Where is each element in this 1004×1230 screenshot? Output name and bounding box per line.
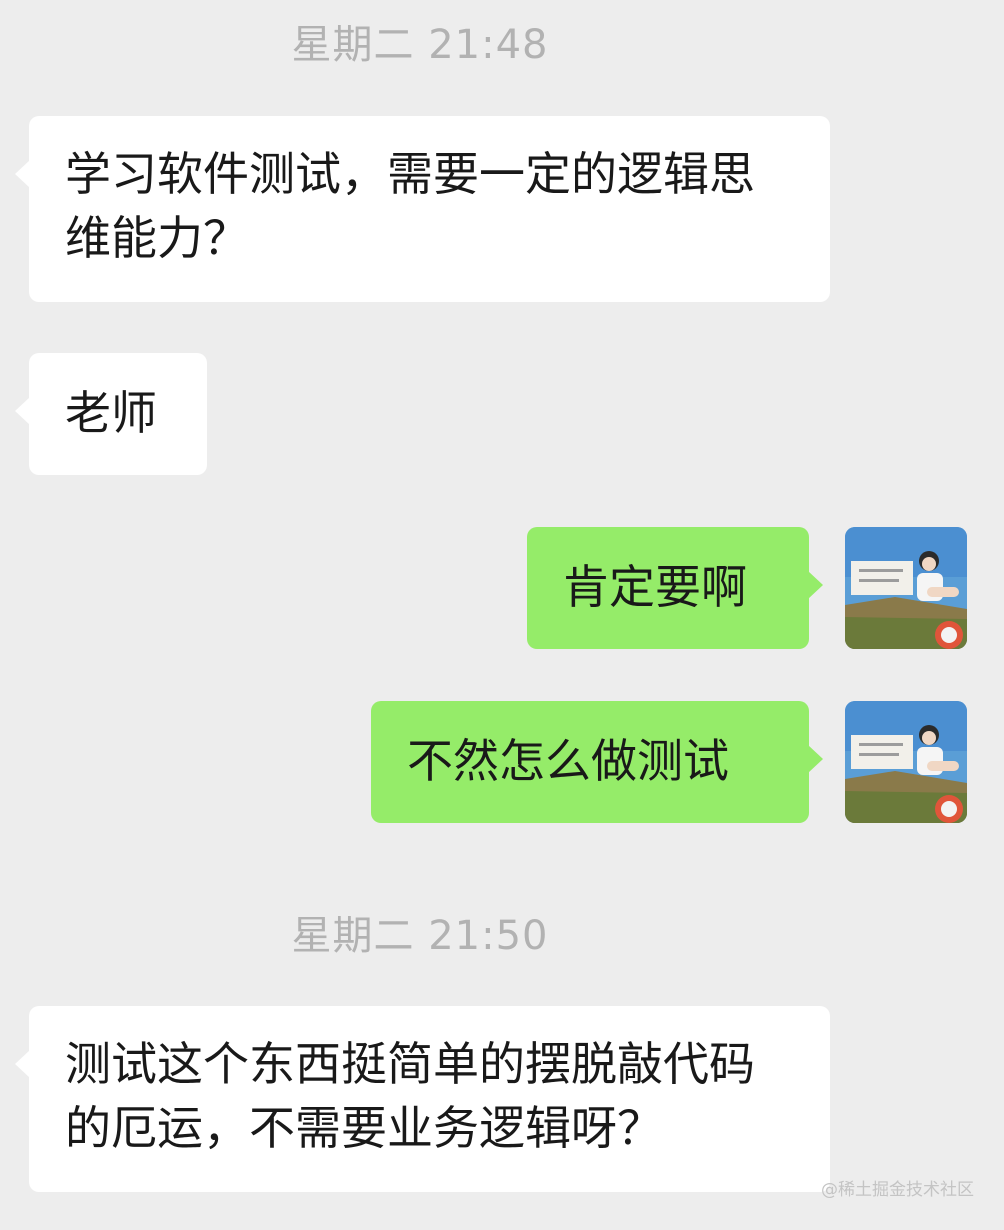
message-bubble-incoming[interactable]: 老师 bbox=[15, 353, 207, 475]
timestamp-1: 星期二 21:48 bbox=[291, 22, 549, 68]
message-bubble-outgoing[interactable]: 不然怎么做测试 bbox=[371, 701, 823, 823]
user-avatar[interactable] bbox=[845, 527, 967, 649]
timestamp-2: 星期二 21:50 bbox=[291, 913, 549, 959]
user-avatar[interactable] bbox=[845, 701, 967, 823]
bubble-tail bbox=[15, 397, 30, 425]
bubble-tail bbox=[808, 571, 823, 599]
message-text: 肯定要啊 bbox=[563, 560, 747, 614]
user-photo-avatar-icon bbox=[845, 701, 967, 823]
message-text: 测试这个东西挺简单的摆脱敲代码的厄运，不需要业务逻辑呀？ bbox=[65, 1037, 755, 1155]
message-bubble-incoming[interactable]: 测试这个东西挺简单的摆脱敲代码的厄运，不需要业务逻辑呀？ bbox=[15, 1006, 830, 1192]
message-bubble-incoming[interactable]: 学习软件测试，需要一定的逻辑思维能力？ bbox=[15, 116, 830, 302]
message-text: 学习软件测试，需要一定的逻辑思维能力？ bbox=[65, 147, 755, 265]
user-photo-avatar-icon bbox=[845, 527, 967, 649]
bubble-tail bbox=[808, 745, 823, 773]
message-text: 老师 bbox=[65, 386, 157, 440]
bubble-tail bbox=[15, 1050, 30, 1078]
watermark: @稀土掘金技术社区 bbox=[821, 1180, 974, 1200]
bubble-tail bbox=[15, 160, 30, 188]
message-text: 不然怎么做测试 bbox=[407, 734, 729, 788]
message-bubble-outgoing[interactable]: 肯定要啊 bbox=[527, 527, 823, 649]
